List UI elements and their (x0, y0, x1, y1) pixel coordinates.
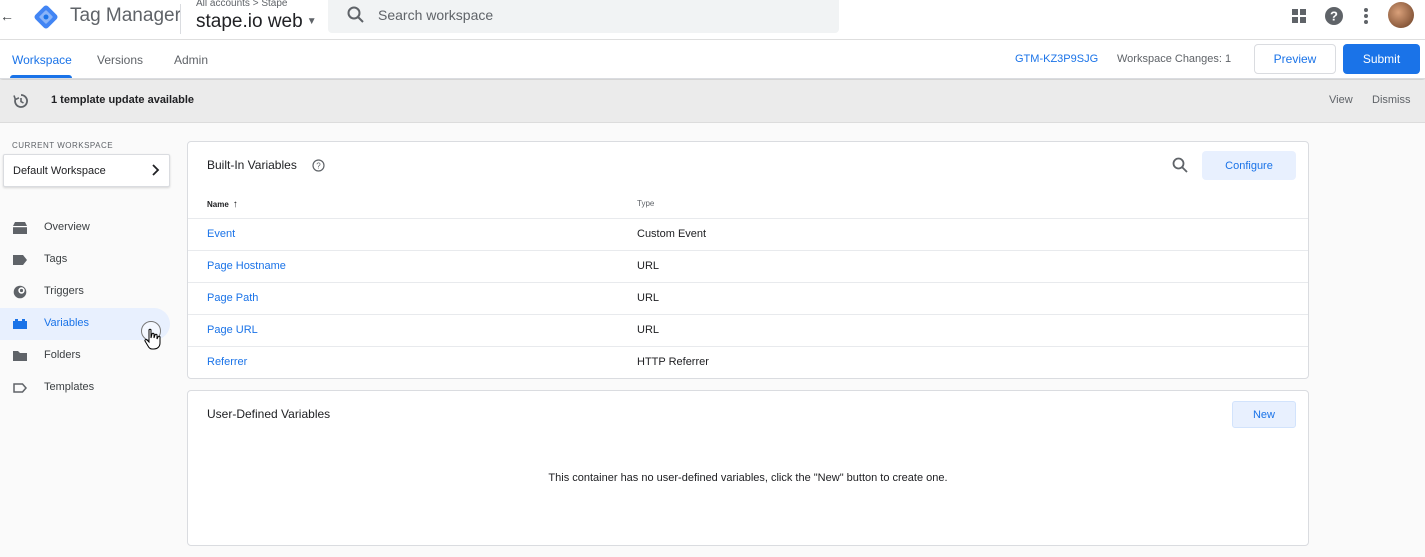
sidebar-item-label: Tags (44, 253, 68, 265)
dropdown-caret-icon: ▼ (306, 16, 317, 27)
builtin-variables-title: Built-In Variables (207, 158, 297, 172)
table-row[interactable]: Referrer HTTP Referrer (188, 346, 1308, 378)
banner-dismiss-link[interactable]: Dismiss (1372, 94, 1411, 106)
sidebar-item-triggers[interactable]: Triggers (0, 276, 170, 308)
sidebar-item-templates[interactable]: Templates (0, 372, 170, 404)
preview-button[interactable]: Preview (1254, 44, 1336, 74)
workspace-selector[interactable]: Default Workspace (3, 154, 170, 187)
workspace-nav-bar: Workspace Versions Admin GTM-KZ3P9SJG Wo… (0, 40, 1425, 79)
search-input[interactable] (378, 5, 798, 25)
user-defined-variables-title: User-Defined Variables (207, 407, 331, 421)
variable-name-link[interactable]: Referrer (207, 356, 247, 368)
new-variable-button[interactable]: New (1232, 401, 1296, 428)
apps-grid-icon[interactable] (1288, 5, 1310, 27)
variable-name-link[interactable]: Page Path (207, 292, 258, 304)
sidebar-item-tags[interactable]: Tags (0, 244, 170, 276)
variable-name-link[interactable]: Page Hostname (207, 260, 286, 272)
template-icon (13, 383, 27, 393)
search-icon (347, 6, 364, 23)
sidebar-item-overview[interactable]: Overview (0, 212, 170, 244)
tag-icon (13, 255, 27, 265)
workspace-name: Default Workspace (13, 165, 106, 177)
folder-icon (13, 351, 27, 361)
chevron-right-icon (152, 164, 160, 176)
variables-icon (13, 319, 27, 329)
banner-message: 1 template update available (51, 94, 195, 106)
help-icon[interactable]: ? (1323, 5, 1345, 27)
overview-icon (13, 222, 27, 234)
tag-manager-logo-icon[interactable] (32, 3, 60, 31)
workspace-changes-count: Workspace Changes: 1 (1117, 53, 1232, 65)
variable-type: URL (637, 324, 660, 336)
sidebar-item-label: Overview (44, 221, 90, 233)
back-arrow-icon[interactable]: ← (0, 6, 14, 26)
sort-arrow-icon: ↑ (232, 199, 238, 210)
builtin-variables-card: Built-In Variables ? Configure Name ↑ Typ… (187, 141, 1309, 379)
search-icon[interactable] (1171, 156, 1189, 174)
variable-name-link[interactable]: Page URL (207, 324, 258, 336)
tab-workspace[interactable]: Workspace (12, 53, 72, 67)
configure-button[interactable]: Configure (1202, 151, 1296, 180)
sidebar-item-label: Folders (44, 349, 81, 361)
hand-cursor-icon (144, 328, 161, 350)
variable-type: Custom Event (637, 228, 707, 240)
sidebar-item-label: Triggers (44, 285, 84, 297)
container-id-link[interactable]: GTM-KZ3P9SJG (1015, 53, 1098, 65)
header-divider (180, 4, 181, 34)
svg-text:?: ? (316, 162, 321, 171)
table-row[interactable]: Page URL URL (188, 314, 1308, 346)
variable-type: HTTP Referrer (637, 356, 709, 368)
current-workspace-label: CURRENT WORKSPACE (12, 141, 114, 150)
banner-view-link[interactable]: View (1329, 94, 1353, 106)
column-header-type[interactable]: Type (637, 199, 654, 208)
account-breadcrumb[interactable]: All accounts > Stape (196, 0, 287, 10)
table-row[interactable]: Page Path URL (188, 282, 1308, 314)
top-app-bar: ← Tag Manager All accounts > Stape stape… (0, 0, 1425, 40)
tab-admin[interactable]: Admin (174, 53, 208, 67)
table-row[interactable]: Page Hostname URL (188, 250, 1308, 282)
avatar[interactable] (1388, 2, 1414, 28)
svg-text:?: ? (1330, 9, 1338, 24)
template-update-banner: 1 template update available View Dismiss (0, 80, 1425, 123)
submit-button[interactable]: Submit (1343, 44, 1420, 74)
empty-state-message: This container has no user-defined varia… (548, 472, 948, 484)
active-tab-indicator (10, 75, 72, 78)
user-defined-variables-card: User-Defined Variables New This containe… (187, 390, 1309, 546)
update-history-icon (13, 94, 28, 108)
workspace-search[interactable] (328, 0, 839, 33)
table-row[interactable]: Event Custom Event (188, 218, 1308, 250)
column-header-name-label: Name (207, 200, 229, 209)
help-circle-icon[interactable]: ? (312, 159, 325, 172)
more-vert-icon[interactable] (1355, 5, 1377, 27)
trigger-icon (13, 285, 27, 299)
sidebar-item-label: Templates (44, 381, 95, 393)
sidebar-item-label: Variables (44, 317, 90, 329)
container-selector[interactable]: stape.io web ▼ (196, 11, 317, 33)
container-name: stape.io web (196, 11, 303, 32)
variable-type: URL (637, 260, 660, 272)
column-header-name[interactable]: Name ↑ (207, 199, 238, 210)
variable-type: URL (637, 292, 660, 304)
app-title: Tag Manager (70, 5, 181, 26)
tab-versions[interactable]: Versions (97, 53, 143, 67)
variable-name-link[interactable]: Event (207, 228, 235, 240)
